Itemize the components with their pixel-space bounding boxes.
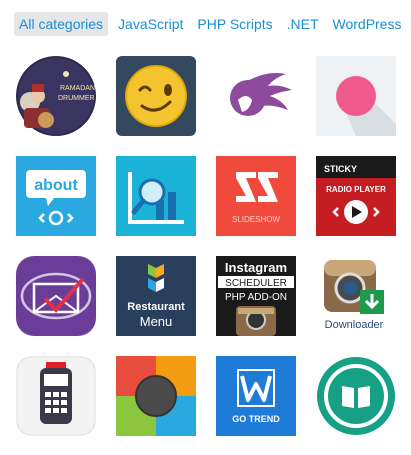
item-winking-emoji[interactable] <box>116 56 196 136</box>
item-sticky-radio[interactable]: STICKY RADIO PLAYER <box>316 156 396 236</box>
tab-php-scripts[interactable]: PHP Scripts <box>193 12 276 36</box>
sticky-radio-player-icon: STICKY RADIO PLAYER <box>316 156 396 236</box>
svg-text:about: about <box>34 177 78 194</box>
svg-text:STICKY: STICKY <box>324 164 357 174</box>
item-open-book[interactable] <box>316 356 396 436</box>
category-tabs: All categories JavaScript PHP Scripts .N… <box>14 12 411 36</box>
tab-javascript[interactable]: JavaScript <box>114 12 187 36</box>
item-ramadan-drummer[interactable]: RAMADAN DRUMMER <box>16 56 96 136</box>
chart-magnifier-icon <box>116 156 196 236</box>
slideshow-icon: SLIDESHOW <box>216 156 296 236</box>
woman-silhouette-icon <box>216 56 296 136</box>
item-pink-circle[interactable] <box>316 56 396 136</box>
ramadan-drummer-icon: RAMADAN DRUMMER <box>16 56 96 136</box>
svg-text:Menu: Menu <box>140 314 173 329</box>
item-instagram-downloader[interactable]: Downloader <box>316 256 396 336</box>
svg-text:Restaurant: Restaurant <box>127 301 185 313</box>
open-book-icon <box>316 356 396 436</box>
item-slideshow[interactable]: SLIDESHOW <box>216 156 296 236</box>
pink-circle-icon <box>316 56 396 136</box>
instagram-downloader-icon: Downloader <box>316 256 396 336</box>
item-color-grid[interactable] <box>116 356 196 436</box>
item-envelope-check[interactable] <box>16 256 96 336</box>
tab-all-categories[interactable]: All categories <box>14 12 109 36</box>
instagram-scheduler-icon: Instagram SCHEDULER PHP ADD-ON <box>216 256 296 336</box>
svg-text:Instagram: Instagram <box>225 260 287 275</box>
svg-text:GO TREND: GO TREND <box>232 414 280 424</box>
payment-terminal-icon <box>16 356 96 436</box>
tab-wordpress[interactable]: WordPress <box>329 12 406 36</box>
item-about[interactable]: about <box>16 156 96 236</box>
envelope-check-icon <box>16 256 96 336</box>
about-bubble-icon: about <box>16 156 96 236</box>
item-chart-magnifier[interactable] <box>116 156 196 236</box>
item-instagram-scheduler[interactable]: Instagram SCHEDULER PHP ADD-ON <box>216 256 296 336</box>
svg-text:RAMADAN: RAMADAN <box>60 85 95 92</box>
svg-text:PHP ADD-ON: PHP ADD-ON <box>225 292 287 303</box>
item-restaurant-menu[interactable]: Restaurant Menu <box>116 256 196 336</box>
item-woman-silhouette[interactable] <box>216 56 296 136</box>
winking-emoji-icon <box>116 56 196 136</box>
svg-text:RADIO PLAYER: RADIO PLAYER <box>326 185 386 194</box>
svg-text:SLIDESHOW: SLIDESHOW <box>232 215 280 224</box>
item-go-trend[interactable]: GO TREND <box>216 356 296 436</box>
svg-text:Downloader: Downloader <box>325 319 384 331</box>
go-trend-icon: GO TREND <box>216 356 296 436</box>
svg-text:SCHEDULER: SCHEDULER <box>225 278 287 289</box>
svg-text:DRUMMER: DRUMMER <box>58 95 95 102</box>
item-payment-terminal[interactable] <box>16 356 96 436</box>
tab-dotnet[interactable]: .NET <box>283 12 323 36</box>
restaurant-menu-icon: Restaurant Menu <box>116 256 196 336</box>
color-grid-circle-icon <box>116 356 196 436</box>
